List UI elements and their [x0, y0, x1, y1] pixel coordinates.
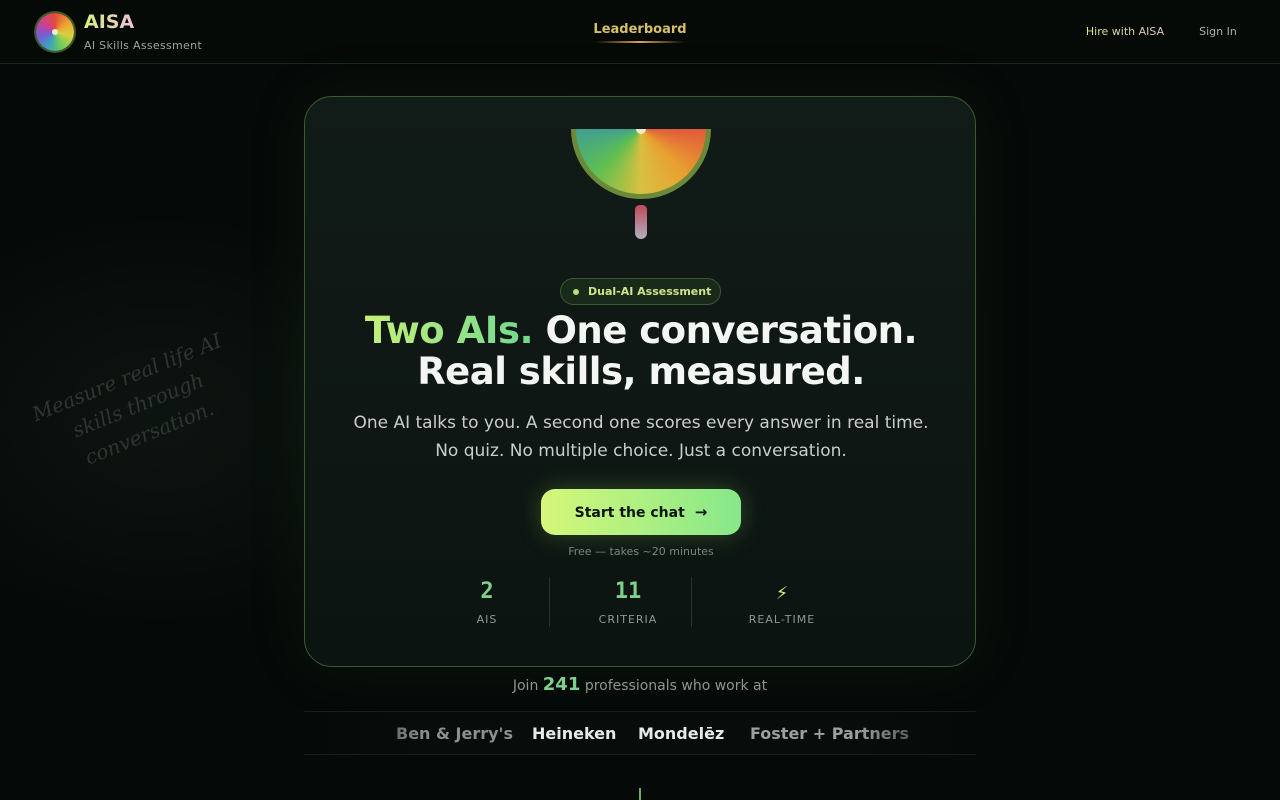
join-line: Join 241 professionals who work at	[0, 674, 1280, 695]
strip-fade-right	[856, 712, 976, 754]
hero-headline: Two AIs. One conversation. Real skills, …	[305, 310, 977, 392]
brand-name[interactable]: AISA	[84, 11, 134, 33]
badge-dot-icon	[573, 289, 579, 295]
stat-label: REAL-TIME	[748, 613, 816, 626]
arrow-right-icon: →	[694, 503, 708, 521]
brand-subtitle: AI Skills Assessment	[84, 39, 202, 52]
headline-rest: One conversation.	[545, 309, 918, 352]
company-logo-strip: Ben & Jerry's Heineken Mondelēz Foster +…	[304, 711, 976, 755]
stat-value: 11	[614, 579, 642, 604]
hero-subtext: One AI talks to you. A second one scores…	[305, 409, 977, 465]
nav-signin-link[interactable]: Sign In	[1190, 25, 1246, 38]
join-prefix: Join	[512, 678, 539, 694]
citrus-slice-illustration	[571, 129, 711, 209]
company-logo: Heineken	[532, 724, 617, 743]
stat-label: AIS	[476, 613, 498, 626]
subtext-line1: One AI talks to you. A second one scores…	[353, 413, 929, 433]
headline-line2: Real skills, measured.	[417, 350, 865, 393]
join-count: 241	[542, 674, 581, 695]
scroll-indicator	[639, 788, 641, 800]
stat-divider	[549, 577, 550, 627]
hero-card: Dual-AI Assessment Two AIs. One conversa…	[304, 96, 976, 667]
stat-realtime: ⚡ REAL-TIME	[712, 579, 852, 626]
stat-ais: 2 AIS	[417, 579, 557, 626]
stat-criteria: 11 CRITERIA	[558, 579, 698, 626]
cta-note: Free — takes ~20 minutes	[568, 545, 714, 558]
lightning-icon: ⚡	[775, 580, 789, 604]
strip-fade-left	[304, 712, 424, 754]
hero-badge: Dual-AI Assessment	[560, 278, 721, 305]
side-tagline: Measure real life AI skills through conv…	[28, 328, 225, 470]
nav-active-underline	[595, 41, 685, 43]
stat-value: 2	[480, 579, 494, 604]
start-chat-button[interactable]: Start the chat →	[541, 489, 741, 535]
subtext-line2: No quiz. No multiple choice. Just a conv…	[435, 441, 847, 461]
top-nav: AISA AI Skills Assessment Leaderboard Hi…	[0, 0, 1280, 64]
start-chat-label: Start the chat	[574, 505, 685, 521]
drip-illustration	[635, 205, 647, 239]
badge-label: Dual-AI Assessment	[588, 285, 712, 298]
join-suffix: professionals who work at	[584, 678, 768, 694]
headline-accent: Two AIs.	[364, 309, 534, 352]
nav-hire-link[interactable]: Hire with AISA	[1066, 25, 1184, 38]
nav-leaderboard-link[interactable]: Leaderboard	[590, 22, 690, 37]
stat-divider	[691, 577, 692, 627]
brand-logo-icon[interactable]	[36, 13, 74, 51]
company-logo: Mondelēz	[638, 724, 725, 743]
stat-label: CRITERIA	[598, 613, 658, 626]
